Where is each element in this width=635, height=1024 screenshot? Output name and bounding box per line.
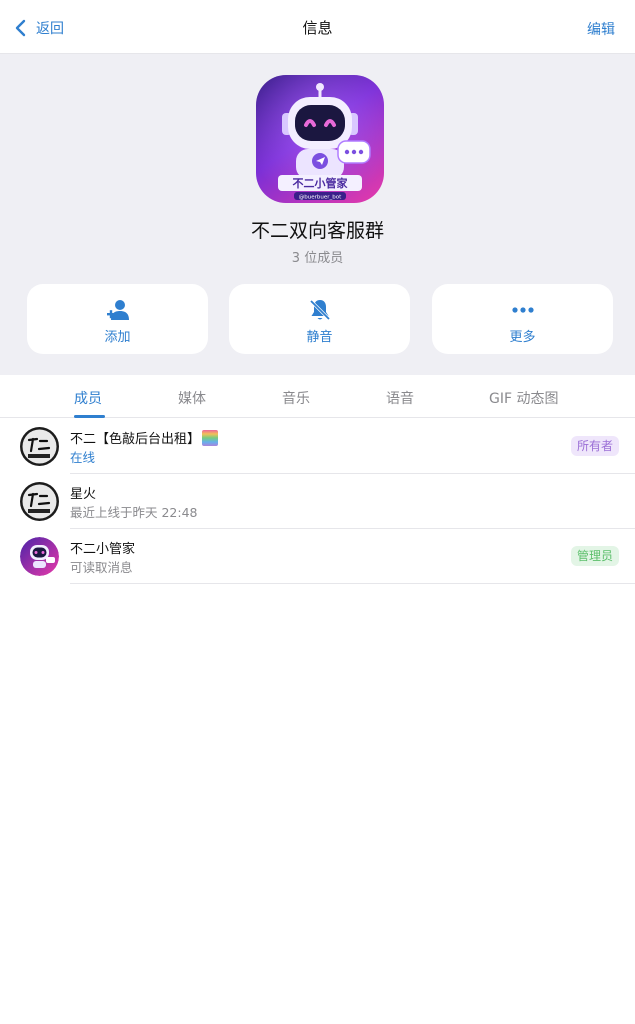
member-name: 不二小管家 <box>70 542 136 557</box>
tab-bar: 成员 媒体 音乐 语音 GIF 动态图 <box>0 375 635 418</box>
avatar <box>20 482 59 521</box>
mute-button[interactable]: 静音 <box>229 284 410 354</box>
list-item[interactable]: 星火 最近上线于昨天 22:48 <box>0 474 635 529</box>
member-status: 可读取消息 <box>70 560 133 575</box>
robot-avatar-icon <box>20 537 59 576</box>
group-header: 不二小管家 @buerbuer_bot 不二双向客服群 3 位成员 添加 静音 … <box>0 54 635 375</box>
action-bar: 添加 静音 更多 <box>27 284 613 354</box>
rainbow-emoji-icon <box>202 430 219 446</box>
nav-bar: 返回 信息 编辑 <box>0 0 635 54</box>
calligraphy-avatar-icon <box>20 482 59 521</box>
member-name: 不二【色敲后台出租】 <box>70 432 201 447</box>
member-list: 不二【色敲后台出租】 在线 所有者 星火 最近上线于昨天 22:48 不二小管家… <box>0 419 635 584</box>
avatar-title-text: 不二小管家 <box>293 176 349 190</box>
mute-label: 静音 <box>306 330 333 345</box>
tab-voice[interactable]: 语音 <box>386 388 414 408</box>
group-name: 不二双向客服群 <box>250 220 384 242</box>
page-title: 信息 <box>302 19 333 37</box>
avatar <box>20 537 59 576</box>
more-dots-icon <box>511 307 534 313</box>
add-member-button[interactable]: 添加 <box>27 284 208 354</box>
avatar-subtitle-text: @buerbuer_bot <box>299 195 342 201</box>
add-user-icon <box>106 300 129 320</box>
edit-button[interactable]: 编辑 <box>587 19 615 39</box>
member-name: 星火 <box>70 487 97 502</box>
divider <box>70 583 635 584</box>
member-count: 3 位成员 <box>291 251 344 266</box>
calligraphy-avatar-icon <box>20 427 59 466</box>
member-status: 最近上线于昨天 22:48 <box>70 505 198 520</box>
active-tab-indicator <box>74 415 105 418</box>
tab-gif[interactable]: GIF 动态图 <box>489 388 558 408</box>
add-label: 添加 <box>104 330 131 345</box>
admin-badge: 管理员 <box>570 546 619 566</box>
member-status: 在线 <box>70 450 96 465</box>
tab-media[interactable]: 媒体 <box>178 388 206 408</box>
bell-muted-icon <box>309 299 330 321</box>
tab-members[interactable]: 成员 <box>74 388 102 408</box>
avatar <box>20 427 59 466</box>
owner-badge: 所有者 <box>570 436 619 456</box>
list-item[interactable]: 不二【色敲后台出租】 在线 所有者 <box>0 419 635 474</box>
robot-icon: 不二小管家 @buerbuer_bot <box>256 75 384 203</box>
list-item[interactable]: 不二小管家 可读取消息 管理员 <box>0 529 635 584</box>
more-label: 更多 <box>509 330 536 345</box>
group-avatar[interactable]: 不二小管家 @buerbuer_bot <box>256 75 384 203</box>
group-info-page: 返回 信息 编辑 不二小管家 @buerbuer_bot 不二双向客服群 3 位… <box>0 0 635 1024</box>
more-button[interactable]: 更多 <box>432 284 613 354</box>
tab-music[interactable]: 音乐 <box>282 388 310 408</box>
